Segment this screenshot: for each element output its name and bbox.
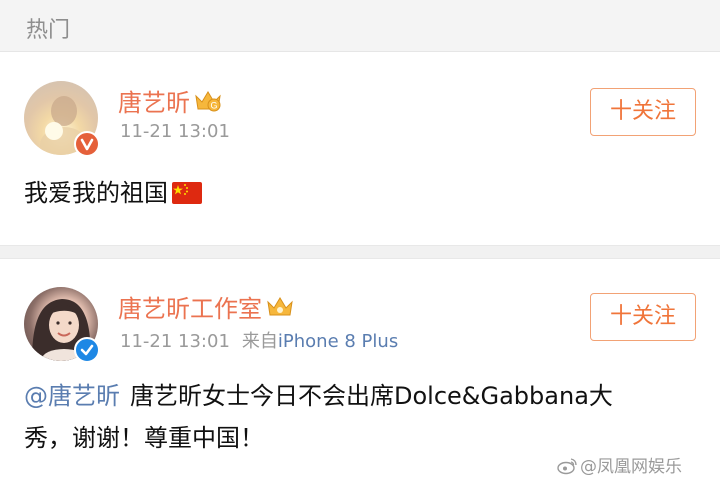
weibo-post-2: 唐艺昕工作室 11-21 13:01 来自iPhone 8 Plus 十关注 @唐… [0,259,720,483]
crown-badge-icon [266,295,294,319]
verified-badge-icon [74,337,100,363]
mention-link[interactable]: @唐艺昕 [24,382,120,410]
weibo-icon [556,457,578,475]
svg-text:G: G [210,101,217,111]
weibo-post-1: 唐艺昕 G 11-21 13:01 十关注 我爱我的祖国 [0,53,720,245]
username[interactable]: 唐艺昕工作室 [118,289,294,324]
source-device-link[interactable]: iPhone 8 Plus [278,331,398,352]
post-meta: 11-21 13:01 来自iPhone 8 Plus [120,327,398,353]
post-divider [0,245,720,259]
post-meta: 11-21 13:01 [120,121,230,142]
verified-badge-icon [74,131,100,157]
watermark: @凤凰网娱乐 [556,452,682,477]
crown-badge-icon: G [194,89,222,113]
top-bar: 热门 [0,0,720,52]
follow-button[interactable]: 十关注 [590,88,696,136]
post-content: @唐艺昕 唐艺昕女士今日不会出席Dolce&Gabbana大 秀，谢谢！尊重中国！ [24,375,704,459]
china-flag-icon [172,182,202,204]
source-prefix: 来自 [241,331,278,352]
username[interactable]: 唐艺昕 G [118,83,222,118]
post-content: 我爱我的祖国 [24,172,202,214]
timestamp: 11-21 13:01 [120,331,230,352]
follow-button[interactable]: 十关注 [590,293,696,341]
content-line-1: @唐艺昕 唐艺昕女士今日不会出席Dolce&Gabbana大 [24,382,613,410]
section-title: 热门 [26,18,71,43]
timestamp: 11-21 13:01 [120,121,230,142]
